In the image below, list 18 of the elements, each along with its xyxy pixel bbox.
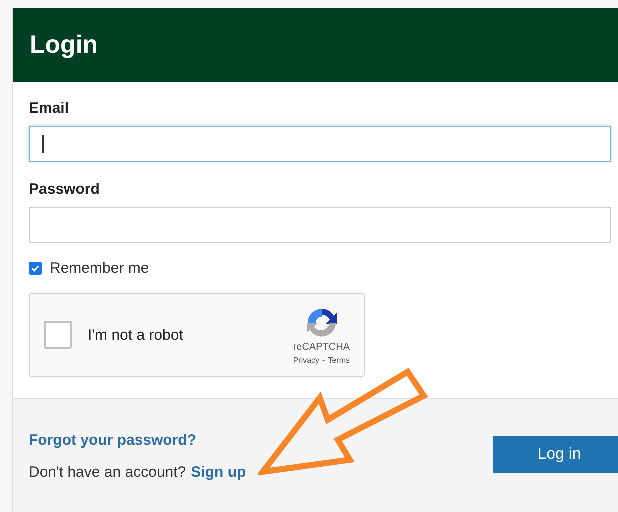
captcha-label: I'm not a robot: [88, 326, 184, 344]
signup-prompt: Don't have an account?: [29, 464, 186, 481]
remember-checkbox[interactable]: [29, 262, 42, 275]
captcha-brand: reCAPTCHA: [293, 342, 350, 352]
input-field[interactable]: [29, 126, 611, 162]
login-button[interactable]: Log in: [493, 436, 618, 473]
captcha-checkbox[interactable]: [44, 321, 72, 349]
privacy-link[interactable]: Privacy: [293, 356, 320, 364]
forgot-password-link[interactable]: Forgot your password?: [29, 432, 493, 449]
link-separator: -: [322, 356, 326, 364]
text-cursor: [42, 135, 44, 153]
page-title: Login: [30, 30, 98, 60]
field-label: Password: [29, 181, 101, 198]
remember-label: Remember me: [50, 260, 150, 277]
field-label: Email: [29, 100, 70, 117]
signup-link[interactable]: Sign up: [191, 464, 246, 481]
input-field[interactable]: [29, 207, 611, 243]
terms-link[interactable]: Terms: [328, 356, 350, 364]
